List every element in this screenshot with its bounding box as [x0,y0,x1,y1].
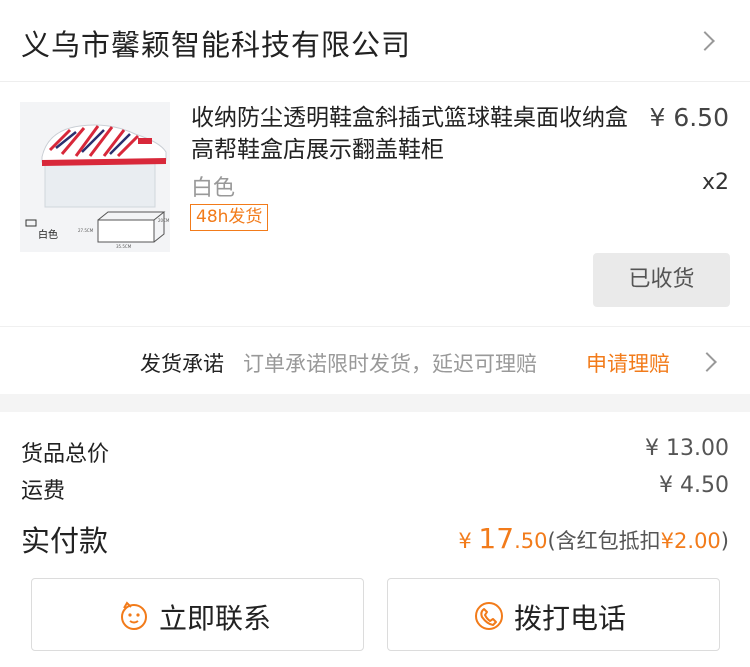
shipping-fee-label: 运费 [21,479,66,504]
shipping-badge: 48h发货 [190,204,269,231]
contact-now-button[interactable]: 立即联系 [31,578,364,651]
shipping-fee-value: ¥ 4.50 [659,473,729,498]
order-summary: 货品总价 ¥ 13.00 运费 ¥ 4.50 实付款 ¥ 17.50(含红包抵扣… [0,412,750,572]
product-title[interactable]: 收纳防尘透明鞋盒斜插式篮球鞋桌面收纳盒高帮鞋盒店展示翻盖鞋柜 [191,102,646,166]
contact-now-label: 立即联系 [159,602,272,635]
image-dim-width: 35.5CM [116,244,132,249]
product-spec: 白色 [191,176,236,201]
received-status-button[interactable]: 已收货 [593,253,730,307]
call-phone-label: 拨打电话 [514,602,627,635]
section-divider [0,394,750,412]
paid-currency: ¥ [458,529,479,553]
phone-icon [475,602,503,630]
promise-text: 订单承诺限时发货，延迟可理赔 [243,352,537,376]
chevron-right-icon[interactable] [697,352,717,372]
image-dim-height: 27.5CM [78,228,94,233]
red-packet-discount: ¥2.00 [660,529,721,553]
shipping-promise-row[interactable]: 发货承诺 订单承诺限时发货，延迟可理赔 申请理赔 [0,326,750,394]
image-dim-depth: 20CM [158,218,170,223]
amount-paid-label: 实付款 [21,524,109,558]
chevron-right-icon[interactable] [695,31,715,51]
promise-label: 发货承诺 [140,352,224,376]
product-item[interactable]: 27.5CM 35.5CM 20CM 白色 收纳防尘透明鞋盒斜插式篮球鞋桌面收纳… [0,82,750,326]
product-thumbnail[interactable]: 27.5CM 35.5CM 20CM 白色 [20,102,170,252]
paid-integer: 17 [478,522,515,555]
amount-paid-value: ¥ 17.50(含红包抵扣¥2.00) [458,522,729,555]
product-image: 27.5CM 35.5CM 20CM 白色 [20,102,170,252]
paid-note-open: (含红包抵扣 [547,529,661,553]
product-price: ¥ 6.50 [649,103,729,132]
goods-total-value: ¥ 13.00 [645,436,729,461]
image-logo-text: 白色 [38,228,58,241]
claim-link[interactable]: 申请理赔 [586,348,670,378]
shop-header[interactable]: 义乌市馨颖智能科技有限公司 [0,0,750,82]
product-quantity: x2 [701,170,729,195]
paid-decimal: .50 [514,529,548,553]
chat-bubble-icon [121,601,147,630]
shop-name[interactable]: 义乌市馨颖智能科技有限公司 [21,22,411,64]
call-phone-button[interactable]: 拨打电话 [387,578,720,651]
goods-total-label: 货品总价 [21,442,110,467]
paid-note-close: ) [720,529,729,553]
